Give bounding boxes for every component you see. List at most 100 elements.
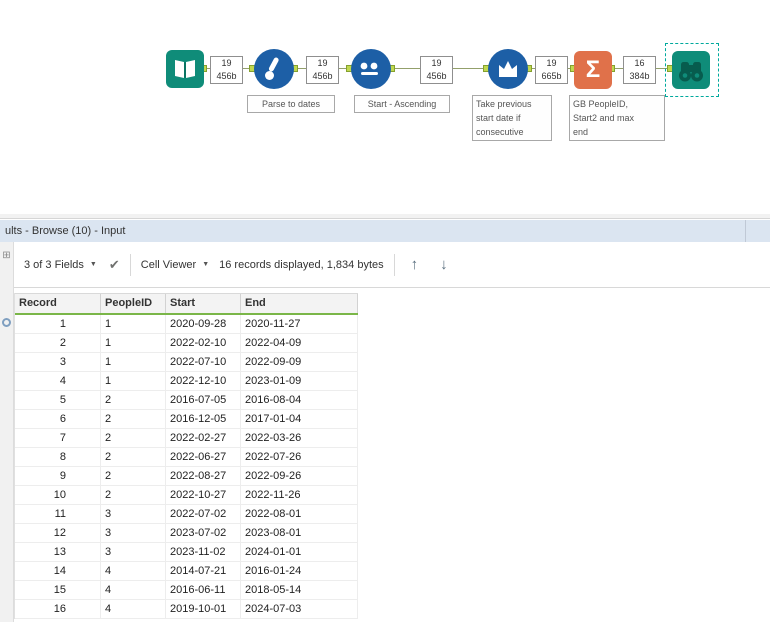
table-cell[interactable]: 2022-03-26 [241, 429, 358, 447]
datetime-tool[interactable] [254, 49, 294, 89]
up-arrow-icon[interactable]: ↑ [405, 256, 425, 273]
table-cell[interactable]: 2023-11-02 [166, 543, 241, 561]
table-cell[interactable]: 2022-11-26 [241, 486, 358, 504]
table-cell[interactable]: 2022-02-10 [166, 334, 241, 352]
table-cell[interactable]: 2022-08-01 [241, 505, 358, 523]
table-cell[interactable]: 6 [15, 410, 101, 428]
table-cell[interactable]: 2016-06-11 [166, 581, 241, 599]
table-cell[interactable]: 7 [15, 429, 101, 447]
grid-view-icon[interactable]: ⊞ [0, 250, 13, 262]
table-cell[interactable]: 10 [15, 486, 101, 504]
table-cell[interactable]: 2022-07-10 [166, 353, 241, 371]
table-cell[interactable]: 2016-07-05 [166, 391, 241, 409]
table-cell[interactable]: 2022-04-09 [241, 334, 358, 352]
table-row[interactable]: 13 3 2023-11-02 2024-01-01 [15, 543, 358, 562]
table-cell[interactable]: 2022-07-26 [241, 448, 358, 466]
table-cell[interactable]: 5 [15, 391, 101, 409]
table-cell[interactable]: 2 [101, 486, 166, 504]
table-row[interactable]: 4 1 2022-12-10 2023-01-09 [15, 372, 358, 391]
table-row[interactable]: 10 2 2022-10-27 2022-11-26 [15, 486, 358, 505]
profile-view-icon[interactable] [2, 318, 11, 327]
table-cell[interactable]: 2022-07-02 [166, 505, 241, 523]
table-cell[interactable]: 8 [15, 448, 101, 466]
table-cell[interactable]: 16 [15, 600, 101, 618]
table-row[interactable]: 16 4 2019-10-01 2024-07-03 [15, 600, 358, 619]
table-cell[interactable]: 1 [15, 315, 101, 333]
table-row[interactable]: 15 4 2016-06-11 2018-05-14 [15, 581, 358, 600]
table-cell[interactable]: 2 [15, 334, 101, 352]
table-cell[interactable]: 2022-08-27 [166, 467, 241, 485]
column-header-end[interactable]: End [241, 294, 358, 313]
table-row[interactable]: 7 2 2022-02-27 2022-03-26 [15, 429, 358, 448]
column-header-peopleid[interactable]: PeopleID [101, 294, 166, 313]
table-cell[interactable]: 2 [101, 391, 166, 409]
table-cell[interactable]: 14 [15, 562, 101, 580]
table-cell[interactable]: 4 [101, 600, 166, 618]
table-row[interactable]: 14 4 2014-07-21 2016-01-24 [15, 562, 358, 581]
tool-annotation[interactable]: Start - Ascending [354, 95, 450, 113]
table-cell[interactable]: 2022-09-09 [241, 353, 358, 371]
table-cell[interactable]: 2024-07-03 [241, 600, 358, 618]
table-cell[interactable]: 2016-08-04 [241, 391, 358, 409]
table-cell[interactable]: 2023-07-02 [166, 524, 241, 542]
table-cell[interactable]: 12 [15, 524, 101, 542]
tool-annotation[interactable]: Take previous start date if consecutive [472, 95, 552, 141]
tool-annotation[interactable]: GB PeopleID, Start2 and max end [569, 95, 665, 141]
table-cell[interactable]: 2016-12-05 [166, 410, 241, 428]
cell-viewer-dropdown[interactable]: Cell Viewer ▼ [141, 259, 209, 271]
table-row[interactable]: 11 3 2022-07-02 2022-08-01 [15, 505, 358, 524]
table-cell[interactable]: 1 [101, 353, 166, 371]
tool-annotation[interactable]: Parse to dates [247, 95, 335, 113]
table-cell[interactable]: 2023-01-09 [241, 372, 358, 390]
table-row[interactable]: 2 1 2022-02-10 2022-04-09 [15, 334, 358, 353]
input-data-tool[interactable] [166, 50, 204, 88]
table-cell[interactable]: 2022-02-27 [166, 429, 241, 447]
sort-tool[interactable] [351, 49, 391, 89]
table-cell[interactable]: 1 [101, 315, 166, 333]
table-cell[interactable]: 2017-01-04 [241, 410, 358, 428]
summarize-tool[interactable]: Σ [574, 51, 612, 89]
down-arrow-icon[interactable]: ↓ [434, 256, 454, 273]
table-row[interactable]: 5 2 2016-07-05 2016-08-04 [15, 391, 358, 410]
table-cell[interactable]: 2019-10-01 [166, 600, 241, 618]
table-cell[interactable]: 1 [101, 334, 166, 352]
table-cell[interactable]: 1 [101, 372, 166, 390]
table-cell[interactable]: 2016-01-24 [241, 562, 358, 580]
table-row[interactable]: 6 2 2016-12-05 2017-01-04 [15, 410, 358, 429]
table-cell[interactable]: 4 [15, 372, 101, 390]
table-cell[interactable]: 2022-10-27 [166, 486, 241, 504]
table-cell[interactable]: 9 [15, 467, 101, 485]
table-cell[interactable]: 13 [15, 543, 101, 561]
table-cell[interactable]: 2014-07-21 [166, 562, 241, 580]
table-cell[interactable]: 15 [15, 581, 101, 599]
check-icon[interactable]: ✔ [109, 257, 120, 273]
table-row[interactable]: 9 2 2022-08-27 2022-09-26 [15, 467, 358, 486]
table-cell[interactable]: 4 [101, 562, 166, 580]
table-cell[interactable]: 2024-01-01 [241, 543, 358, 561]
table-cell[interactable]: 2 [101, 410, 166, 428]
table-row[interactable]: 1 1 2020-09-28 2020-11-27 [15, 315, 358, 334]
table-cell[interactable]: 2022-06-27 [166, 448, 241, 466]
table-cell[interactable]: 3 [15, 353, 101, 371]
table-cell[interactable]: 2 [101, 467, 166, 485]
table-cell[interactable]: 2023-08-01 [241, 524, 358, 542]
table-cell[interactable]: 2 [101, 448, 166, 466]
table-row[interactable]: 12 3 2023-07-02 2023-08-01 [15, 524, 358, 543]
table-cell[interactable]: 2020-11-27 [241, 315, 358, 333]
table-cell[interactable]: 2020-09-28 [166, 315, 241, 333]
table-cell[interactable]: 11 [15, 505, 101, 523]
fields-dropdown[interactable]: 3 of 3 Fields ▼ [24, 259, 97, 271]
panel-splitter[interactable] [0, 214, 770, 219]
column-header-start[interactable]: Start [166, 294, 241, 313]
table-cell[interactable]: 2022-09-26 [241, 467, 358, 485]
table-row[interactable]: 3 1 2022-07-10 2022-09-09 [15, 353, 358, 372]
table-row[interactable]: 8 2 2022-06-27 2022-07-26 [15, 448, 358, 467]
column-header-record[interactable]: Record [15, 294, 101, 313]
table-cell[interactable]: 2 [101, 429, 166, 447]
browse-tool[interactable] [672, 51, 710, 89]
table-cell[interactable]: 2018-05-14 [241, 581, 358, 599]
table-cell[interactable]: 3 [101, 505, 166, 523]
table-cell[interactable]: 3 [101, 543, 166, 561]
multi-row-formula-tool[interactable] [488, 49, 528, 89]
table-cell[interactable]: 3 [101, 524, 166, 542]
